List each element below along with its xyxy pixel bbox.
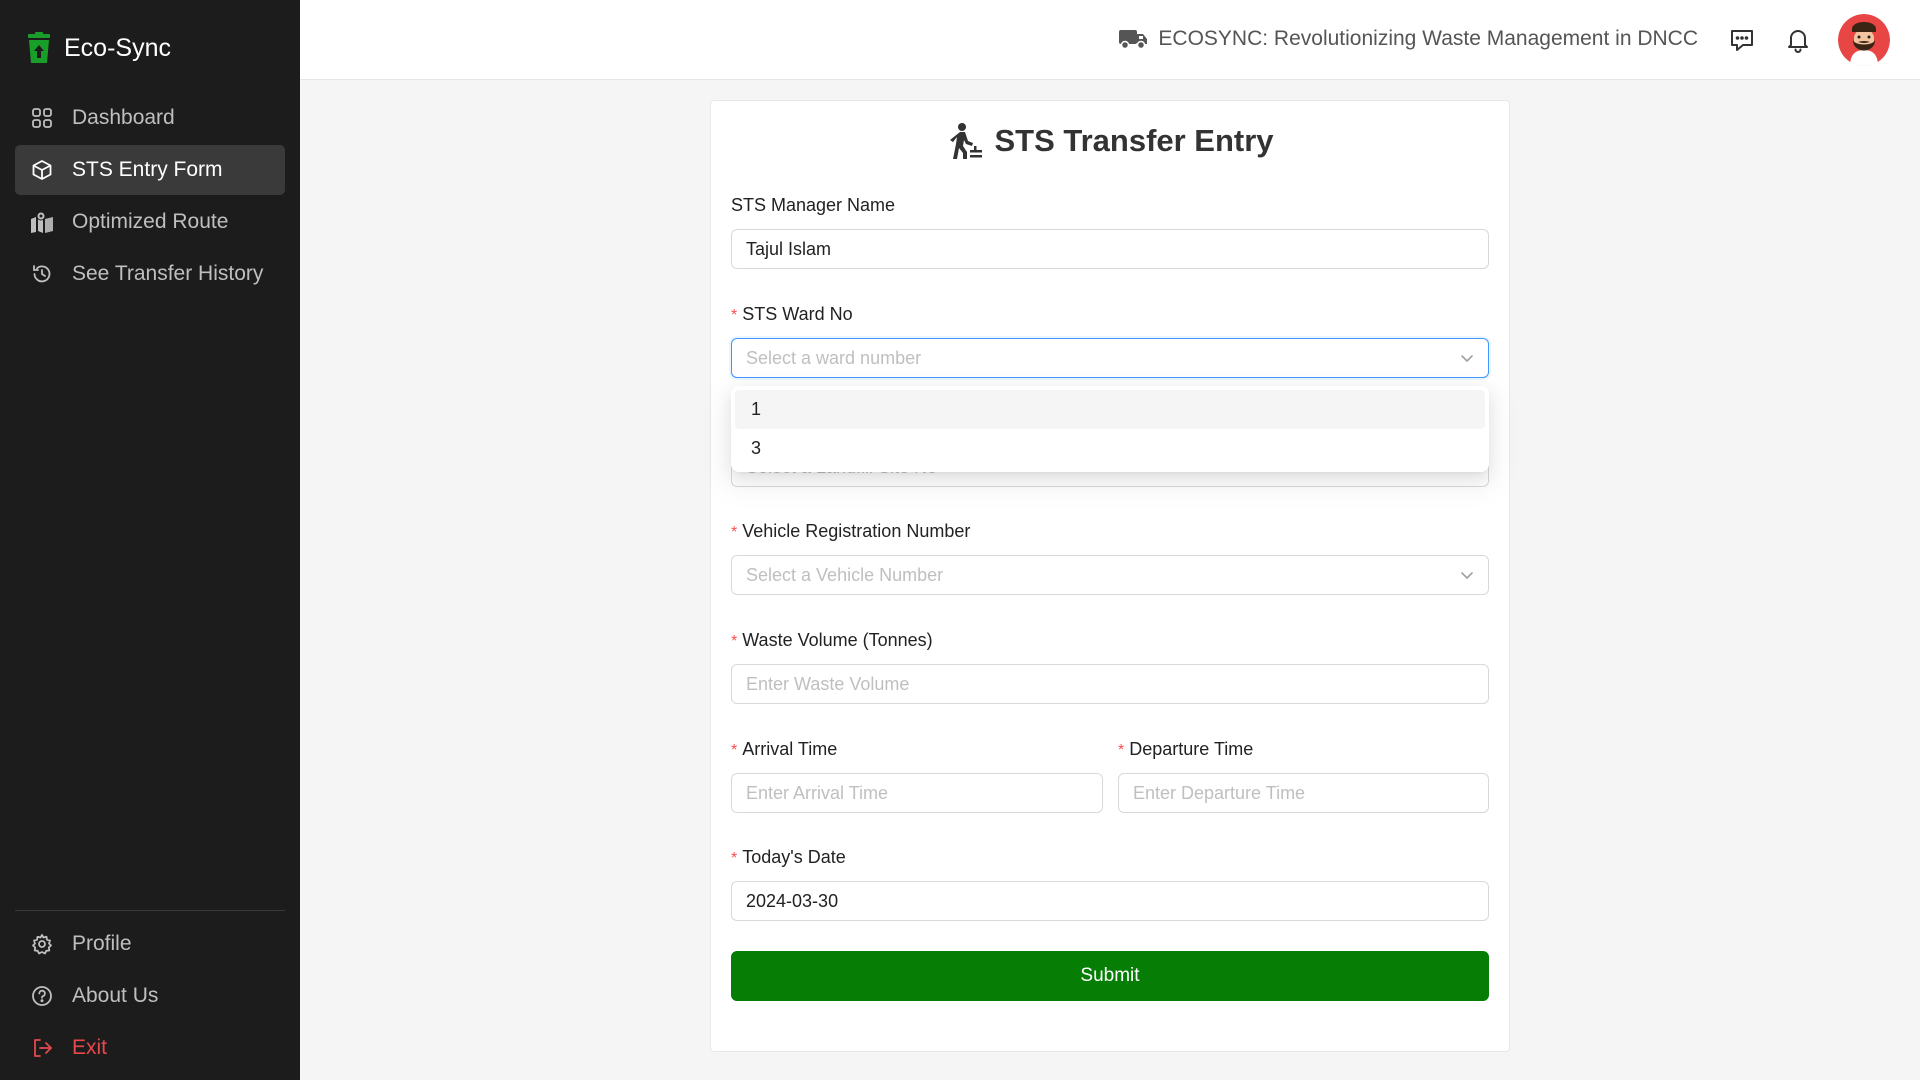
sidebar-item-optimized-route[interactable]: Optimized Route — [15, 197, 285, 247]
sidebar: Eco-Sync Dashboard STS Entry Form Optimi… — [0, 0, 300, 1080]
departure-time-label: * Departure Time — [1118, 739, 1253, 760]
sidebar-item-label: About Us — [72, 984, 159, 1007]
cube-icon — [30, 158, 54, 182]
history-icon — [30, 262, 54, 286]
trash-bin-icon — [28, 32, 50, 63]
manager-name-value: Tajul Islam — [746, 238, 832, 259]
sidebar-item-label: Exit — [72, 1036, 108, 1059]
vehicle-number-select[interactable]: Select a Vehicle Number — [731, 555, 1489, 595]
label-text: Arrival Time — [742, 739, 838, 759]
header-text: ECOSYNC: Revolutionizing Waste Managemen… — [1158, 27, 1698, 50]
sidebar-item-label: Profile — [72, 932, 132, 955]
message-icon[interactable] — [1728, 26, 1756, 54]
sidebar-item-sts-entry-form[interactable]: STS Entry Form — [15, 145, 285, 195]
chevron-down-icon — [1461, 572, 1473, 580]
option-label: 1 — [751, 399, 762, 419]
date-value: 2024-03-30 — [746, 890, 839, 911]
brand[interactable]: Eco-Sync — [26, 30, 171, 66]
departure-time-input[interactable]: Enter Departure Time — [1118, 773, 1489, 813]
form-title: STS Transfer Entry — [711, 119, 1511, 163]
sidebar-item-dashboard[interactable]: Dashboard — [15, 93, 285, 143]
ward-no-select[interactable]: Select a ward number — [731, 338, 1489, 378]
manager-name-input[interactable]: Tajul Islam — [731, 229, 1489, 269]
required-mark: * — [731, 850, 738, 867]
arrival-time-label: * Arrival Time — [731, 739, 837, 760]
sidebar-item-label: STS Entry Form — [72, 158, 223, 181]
grid-icon — [30, 106, 54, 130]
label-text: Departure Time — [1129, 739, 1254, 759]
submit-label: Submit — [1080, 965, 1140, 986]
form-title-text: STS Transfer Entry — [994, 123, 1274, 158]
departure-placeholder: Enter Departure Time — [1133, 782, 1306, 803]
waste-placeholder: Enter Waste Volume — [746, 673, 910, 694]
question-circle-icon — [30, 984, 54, 1008]
person-carrying-icon — [950, 123, 983, 159]
ward-no-placeholder: Select a ward number — [746, 347, 922, 368]
bell-icon[interactable] — [1784, 26, 1812, 54]
sidebar-nav: Dashboard STS Entry Form Optimized Route… — [15, 93, 285, 301]
sidebar-item-label: Dashboard — [72, 106, 175, 129]
ward-no-dropdown: 1 3 — [731, 386, 1489, 472]
chevron-down-icon — [1461, 355, 1473, 363]
avatar[interactable] — [1838, 14, 1890, 66]
map-icon — [30, 210, 54, 234]
label-text: Today's Date — [742, 847, 846, 867]
required-mark: * — [1118, 742, 1125, 759]
label-text: Vehicle Registration Number — [742, 521, 971, 541]
sidebar-item-profile[interactable]: Profile — [15, 919, 285, 969]
ward-no-label: * STS Ward No — [731, 304, 853, 325]
truck-icon — [1119, 30, 1148, 50]
sidebar-item-exit[interactable]: Exit — [15, 1023, 285, 1073]
sidebar-bottom-nav: Profile About Us Exit — [15, 910, 285, 1075]
vehicle-number-label: * Vehicle Registration Number — [731, 521, 970, 542]
sidebar-item-label: See Transfer History — [72, 262, 264, 285]
todays-date-label: * Today's Date — [731, 847, 846, 868]
brand-name: Eco-Sync — [64, 33, 171, 62]
vehicle-placeholder: Select a Vehicle Number — [746, 564, 944, 585]
waste-volume-label: * Waste Volume (Tonnes) — [731, 630, 933, 651]
manager-name-label: STS Manager Name — [731, 195, 895, 216]
label-text: STS Ward No — [742, 304, 853, 324]
sidebar-item-label: Optimized Route — [72, 210, 229, 233]
option-label: 3 — [751, 438, 762, 458]
required-mark: * — [731, 742, 738, 759]
required-mark: * — [731, 307, 738, 324]
top-header: ECOSYNC: Revolutionizing Waste Managemen… — [300, 0, 1920, 80]
sidebar-item-about-us[interactable]: About Us — [15, 971, 285, 1021]
label-text: STS Manager Name — [731, 195, 896, 215]
required-mark: * — [731, 633, 738, 650]
sidebar-item-transfer-history[interactable]: See Transfer History — [15, 249, 285, 299]
required-mark: * — [731, 524, 738, 541]
waste-volume-input[interactable]: Enter Waste Volume — [731, 664, 1489, 704]
logout-icon — [30, 1036, 54, 1060]
arrival-placeholder: Enter Arrival Time — [746, 782, 889, 803]
todays-date-input[interactable]: 2024-03-30 — [731, 881, 1489, 921]
ward-option[interactable]: 1 — [735, 390, 1485, 429]
ward-option[interactable]: 3 — [735, 429, 1485, 468]
arrival-time-input[interactable]: Enter Arrival Time — [731, 773, 1103, 813]
label-text: Waste Volume (Tonnes) — [742, 630, 933, 650]
submit-button[interactable]: Submit — [731, 951, 1489, 1001]
gear-icon — [30, 932, 54, 956]
sts-transfer-form: STS Transfer Entry STS Manager Name Taju… — [710, 100, 1510, 1052]
header-title: ECOSYNC: Revolutionizing Waste Managemen… — [1118, 24, 1698, 54]
